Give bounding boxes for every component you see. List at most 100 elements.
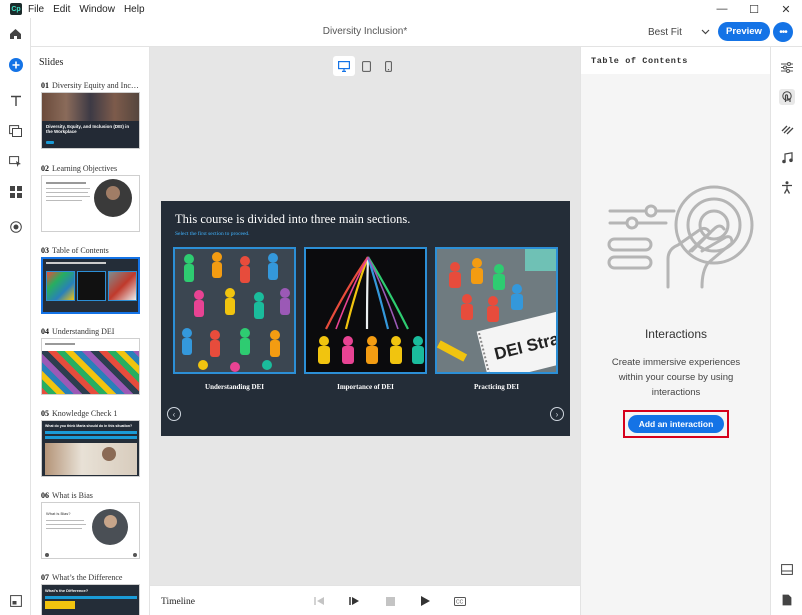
step-forward-button[interactable] [347,594,361,608]
zoom-fit-value: Best Fit [648,26,682,38]
colorful-arrows-image [306,249,425,372]
step-back-icon [313,597,324,605]
stop-icon [385,596,395,606]
card-caption: Practicing DEI [474,383,519,391]
prev-arrow-button[interactable]: ‹ [167,407,181,421]
stage-subheading: Select the first section to proceed. [175,231,250,237]
slide-thumbnail [41,338,140,395]
slide-thumbnail: What do you think Maria should do in thi… [41,420,140,477]
card-caption: Importance of DEI [337,383,394,391]
slide-thumbnail: Diversity, Equity, and Inclusion (DEI) i… [41,92,140,149]
properties-sliders-icon[interactable] [779,59,795,75]
slide-title: What’s the Difference [52,573,123,582]
mobile-view-button[interactable] [377,56,399,76]
menu-help[interactable]: Help [124,4,145,15]
slide-thumbnail: What is Bias? [41,502,140,559]
interactions-empty-state: Interactions Create immersive experience… [581,74,771,615]
media-icon[interactable] [7,122,24,139]
text-icon[interactable] [7,92,24,109]
slides-panel: Slides 01 Diversity Equity and Inclu... D… [31,47,150,615]
slide-thumbnail [41,175,140,232]
maximize-button[interactable]: ☐ [738,0,770,18]
touch-interaction-illustration [607,185,754,289]
more-options-button[interactable]: ••• [773,22,793,42]
widgets-icon[interactable] [7,183,24,200]
right-tool-rail [770,47,802,615]
app-bar: Diversity Inclusion* Best Fit Preview ••… [0,18,802,47]
slide-number: 06 [41,491,49,500]
slide-item-05[interactable]: 05 Knowledge Check 1 What do you think Ma… [41,409,141,477]
slide-thumb-caption: What is Bias? [46,511,71,516]
preview-button[interactable]: Preview [718,22,770,41]
record-icon[interactable] [7,218,24,235]
slide-thumbnail [41,257,140,314]
document-title: Diversity Inclusion* [322,26,408,37]
device-preview-switcher [333,56,400,78]
home-icon[interactable] [7,25,24,42]
slide-item-03[interactable]: 03 Table of Contents [41,246,141,314]
slide-title: Table of Contents [52,246,109,255]
left-tool-rail [0,18,31,615]
slide-item-01[interactable]: 01 Diversity Equity and Inclu... Diversit… [41,81,141,149]
tablet-icon [361,60,371,72]
menu-bar: Cp File Edit Window Help — ☐ ✕ [0,0,802,18]
interactions-description: Create immersive experiences within your… [611,357,741,398]
menu-window[interactable]: Window [79,4,115,15]
closed-captions-button[interactable]: CC [453,594,467,608]
play-icon [420,596,430,606]
slide-item-06[interactable]: 06 What is Bias What is Bias? [41,491,141,559]
minimize-button[interactable]: — [706,0,738,18]
menu-edit[interactable]: Edit [53,4,70,15]
close-button[interactable]: ✕ [770,0,802,18]
slide-thumb-caption: What do you think Maria should do in thi… [45,424,133,428]
play-button[interactable] [418,594,432,608]
slide-item-02[interactable]: 02 Learning Objectives [41,164,141,232]
svg-text:CC: CC [456,599,464,605]
add-interaction-button[interactable]: Add an interaction [628,415,724,433]
document-icon[interactable] [779,592,795,608]
closed-captions-icon: CC [454,596,466,606]
panel-toggle-icon[interactable] [7,592,24,609]
dei-strategy-image: DEI Strate [437,249,556,372]
app-logo-icon: Cp [10,3,22,15]
timeline-bar: Timeline CC [150,585,580,615]
section-card-understanding[interactable] [173,247,296,374]
slide-title: What is Bias [52,491,93,500]
chevron-down-icon [701,29,710,35]
zoom-fit-select[interactable]: Best Fit [648,24,710,40]
slide-thumb-caption: What’s the Difference? [45,588,89,593]
slide-title: Knowledge Check 1 [52,409,118,418]
slide-title: Diversity Equity and Inclu... [52,81,141,90]
add-icon[interactable] [7,56,24,73]
slide-thumb-caption: Diversity, Equity, and Inclusion (DEI) i… [46,124,130,134]
desktop-icon [338,60,350,72]
interactions-icon[interactable] [7,153,24,170]
mobile-icon [384,60,392,72]
interaction-touch-icon[interactable] [779,89,795,105]
accessibility-icon[interactable] [779,179,795,195]
panel-layout-icon[interactable] [779,561,795,577]
slide-number: 02 [41,164,49,173]
step-forward-icon [348,597,359,605]
next-arrow-button[interactable]: › [550,407,564,421]
card-caption: Understanding DEI [205,383,264,391]
slide-item-07[interactable]: 07 What’s the Difference What’s the Diffe… [41,573,141,615]
colorful-figures-image [175,249,294,372]
audio-icon[interactable] [779,150,795,166]
desktop-view-button[interactable] [333,56,355,76]
panel-title: Table of Contents [591,56,688,66]
tablet-view-button[interactable] [355,56,377,76]
step-back-button[interactable] [312,594,326,608]
slide-number: 03 [41,246,49,255]
section-card-importance[interactable] [304,247,427,374]
slide-item-04[interactable]: 04 Understanding DEI [41,327,141,395]
timeline-label: Timeline [161,597,195,607]
menu-file[interactable]: File [28,4,44,15]
slides-panel-title: Slides [39,57,64,68]
section-card-practicing[interactable]: DEI Strate [435,247,558,374]
stage-heading: This course is divided into three main s… [175,212,411,226]
stop-button[interactable] [383,594,397,608]
highlight-frame: Add an interaction [623,410,729,438]
interactions-heading: Interactions [644,327,708,341]
animation-icon[interactable] [779,121,795,137]
